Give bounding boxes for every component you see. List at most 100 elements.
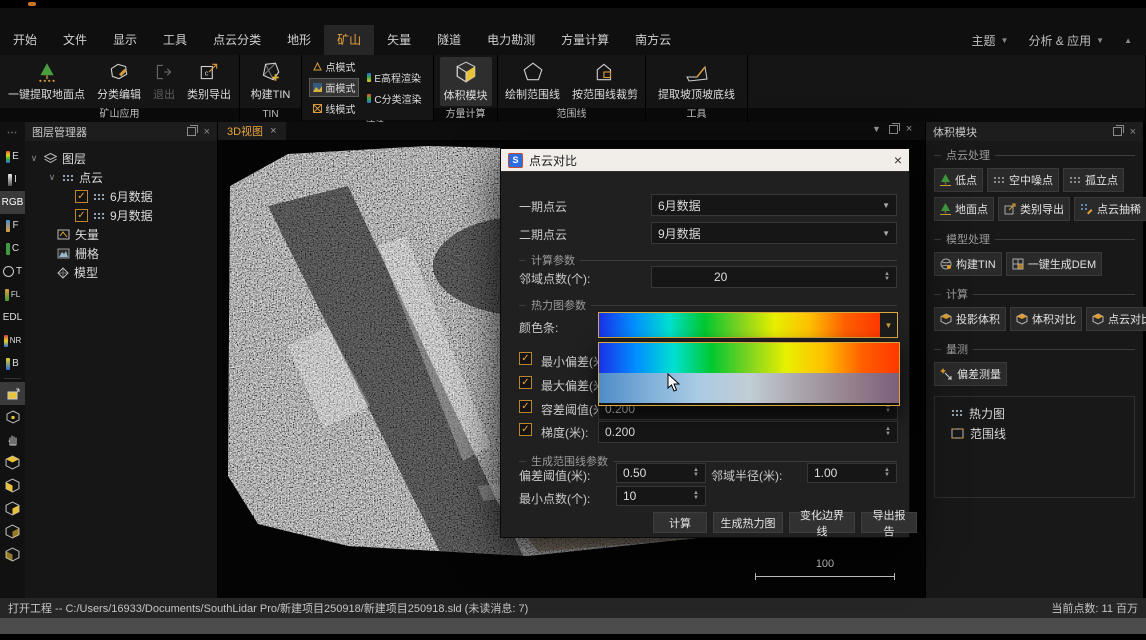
pan-tool[interactable] bbox=[0, 428, 25, 451]
view-cube-front[interactable] bbox=[0, 474, 25, 497]
gradient-spinner[interactable]: 0.200 ▲▼ bbox=[598, 421, 898, 443]
intensity-render-tool[interactable]: I bbox=[0, 168, 25, 191]
build-tin-button[interactable]: 构建TIN bbox=[934, 252, 1002, 276]
line-mode-button[interactable]: 线模式 bbox=[309, 99, 359, 118]
gradient-checkbox[interactable] bbox=[519, 423, 532, 436]
spinner-arrows[interactable]: ▲▼ bbox=[693, 468, 699, 478]
menu-item-start[interactable]: 开始 bbox=[0, 25, 50, 55]
menu-item-south-cloud[interactable]: 南方云 bbox=[622, 25, 684, 55]
face-mode-button[interactable]: 面模式 bbox=[309, 78, 359, 97]
edl-tool[interactable]: EDL bbox=[0, 306, 25, 329]
min-points-spinner[interactable]: 10 ▲▼ bbox=[616, 486, 706, 506]
volume-compare-button[interactable]: 体积对比 bbox=[1010, 307, 1082, 331]
dialog-title-bar[interactable]: S 点云对比 × bbox=[501, 149, 909, 171]
phase2-select[interactable]: 9月数据▼ bbox=[651, 222, 897, 244]
time-render-tool[interactable]: T bbox=[0, 260, 25, 283]
clip-box-tool[interactable] bbox=[0, 405, 25, 428]
spinner-arrows[interactable]: ▲▼ bbox=[884, 272, 890, 282]
air-noise-button[interactable]: 空中噪点 bbox=[987, 168, 1059, 192]
menu-item-tools[interactable]: 工具 bbox=[150, 25, 200, 55]
deviation-measure-button[interactable]: 偏差测量 bbox=[934, 362, 1007, 386]
change-boundary-button[interactable]: 变化边界线 bbox=[789, 512, 855, 533]
thin-pointcloud-button[interactable]: 点云抽稀 bbox=[1074, 197, 1146, 221]
tree-node-dataset-june[interactable]: 6月数据 bbox=[29, 187, 213, 206]
isolated-points-button[interactable]: 孤立点 bbox=[1063, 168, 1124, 192]
list-item-boundary[interactable]: 范围线 bbox=[939, 423, 1130, 443]
close-panel-icon[interactable]: × bbox=[204, 126, 210, 138]
tolerance-checkbox[interactable] bbox=[519, 400, 532, 413]
menu-item-tunnel[interactable]: 隧道 bbox=[424, 25, 474, 55]
float-panel-icon[interactable] bbox=[187, 127, 196, 136]
menu-item-vector[interactable]: 矢量 bbox=[374, 25, 424, 55]
view-cube-left[interactable] bbox=[0, 543, 25, 566]
draw-boundary-button[interactable]: 绘制范围线 bbox=[501, 58, 564, 105]
spinner-arrows[interactable]: ▲▼ bbox=[884, 468, 890, 478]
normal-render-tool[interactable]: NR bbox=[0, 329, 25, 352]
class-export-button[interactable]: 类别导出 bbox=[998, 197, 1070, 221]
class-render-button[interactable]: C分类渲染 bbox=[363, 89, 425, 108]
flight-line-tool[interactable]: FL bbox=[0, 283, 25, 306]
clip-by-boundary-button[interactable]: 按范围线裁剪 bbox=[568, 58, 642, 105]
pointcloud-compare-button[interactable]: 点云对比 bbox=[1086, 307, 1146, 331]
checkbox-checked[interactable] bbox=[75, 209, 88, 222]
generate-dem-button[interactable]: 一键生成DEM bbox=[1006, 252, 1102, 276]
elevation-render-tool[interactable]: E bbox=[0, 145, 25, 168]
elevation-render-button[interactable]: E高程渲染 bbox=[363, 68, 425, 87]
box-select-tool[interactable] bbox=[0, 382, 25, 405]
feature-render-tool[interactable]: F bbox=[0, 214, 25, 237]
max-deviation-checkbox[interactable] bbox=[519, 376, 532, 389]
view-cube-back[interactable] bbox=[0, 520, 25, 543]
collapse-ribbon-icon[interactable]: ▲ bbox=[1124, 36, 1132, 45]
low-points-button[interactable]: 低点 bbox=[934, 168, 983, 192]
neighbor-count-spinner[interactable]: 20 ▲▼ bbox=[651, 266, 897, 288]
min-deviation-checkbox[interactable] bbox=[519, 352, 532, 365]
menu-item-pointcloud-classify[interactable]: 点云分类 bbox=[200, 25, 274, 55]
float-view-icon[interactable] bbox=[889, 125, 898, 134]
tree-node-vector[interactable]: 矢量 bbox=[29, 225, 213, 244]
blend-render-tool[interactable]: B bbox=[0, 352, 25, 375]
tree-node-pointcloud[interactable]: ∨ 点云 bbox=[29, 168, 213, 187]
menu-item-mining[interactable]: 矿山 bbox=[324, 25, 374, 55]
classify-edit-button[interactable]: 分类编辑 bbox=[93, 58, 145, 105]
calculate-button[interactable]: 计算 bbox=[653, 512, 707, 533]
colorbar-select[interactable]: ▼ bbox=[598, 312, 898, 338]
tree-node-layers[interactable]: ∨ 图层 bbox=[29, 149, 213, 168]
float-panel-icon[interactable] bbox=[1113, 127, 1122, 136]
projected-volume-button[interactable]: 投影体积 bbox=[934, 307, 1006, 331]
spinner-arrows[interactable]: ▲▼ bbox=[885, 427, 891, 437]
tree-node-raster[interactable]: 栅格 bbox=[29, 244, 213, 263]
extract-ground-points-button[interactable]: 一键提取地面点 bbox=[4, 58, 89, 105]
close-tab-icon[interactable]: × bbox=[270, 125, 276, 137]
point-mode-button[interactable]: 点模式 bbox=[309, 57, 359, 76]
gradient-option-bluepurple[interactable] bbox=[599, 373, 899, 403]
tab-list-icon[interactable]: ▼ bbox=[872, 124, 881, 134]
tab-3d-view[interactable]: 3D视图 × bbox=[218, 122, 286, 140]
tree-node-model[interactable]: 模型 bbox=[29, 263, 213, 282]
spinner-arrows[interactable]: ▲▼ bbox=[693, 491, 699, 501]
phase1-select[interactable]: 6月数据▼ bbox=[651, 194, 897, 216]
tree-node-dataset-september[interactable]: 9月数据 bbox=[29, 206, 213, 225]
ground-points-button[interactable]: 地面点 bbox=[934, 197, 994, 221]
build-tin-button[interactable]: 构建TIN bbox=[247, 58, 295, 105]
rgb-render-tool[interactable]: RGB bbox=[0, 191, 25, 214]
neighbor-radius-spinner[interactable]: 1.00 ▲▼ bbox=[807, 463, 897, 483]
class-render-tool[interactable]: C bbox=[0, 237, 25, 260]
view-cube-right[interactable] bbox=[0, 497, 25, 520]
class-export-button[interactable]: c 类别导出 bbox=[183, 58, 235, 105]
close-dialog-icon[interactable]: × bbox=[894, 153, 902, 167]
export-report-button[interactable]: 导出报告 bbox=[861, 512, 917, 533]
checkbox-checked[interactable] bbox=[75, 190, 88, 203]
close-view-icon[interactable]: × bbox=[906, 123, 912, 135]
deviation-threshold-spinner[interactable]: 0.50 ▲▼ bbox=[616, 463, 706, 483]
menu-item-display[interactable]: 显示 bbox=[100, 25, 150, 55]
theme-menu[interactable]: 主题▼ bbox=[972, 32, 1009, 49]
collapse-arrow-icon[interactable]: ∨ bbox=[29, 153, 39, 164]
gradient-option-rainbow[interactable] bbox=[599, 343, 899, 373]
extract-slope-lines-button[interactable]: 提取坡顶坡底线 bbox=[654, 58, 739, 105]
analysis-app-menu[interactable]: 分析 & 应用▼ bbox=[1028, 32, 1104, 49]
menu-item-file[interactable]: 文件 bbox=[50, 25, 100, 55]
menu-item-power-survey[interactable]: 电力勘测 bbox=[474, 25, 548, 55]
menu-item-volume-calc[interactable]: 方量计算 bbox=[548, 25, 622, 55]
collapse-arrow-icon[interactable]: ∨ bbox=[47, 172, 57, 183]
toolbar-drag-handle[interactable]: ••• bbox=[0, 122, 25, 145]
